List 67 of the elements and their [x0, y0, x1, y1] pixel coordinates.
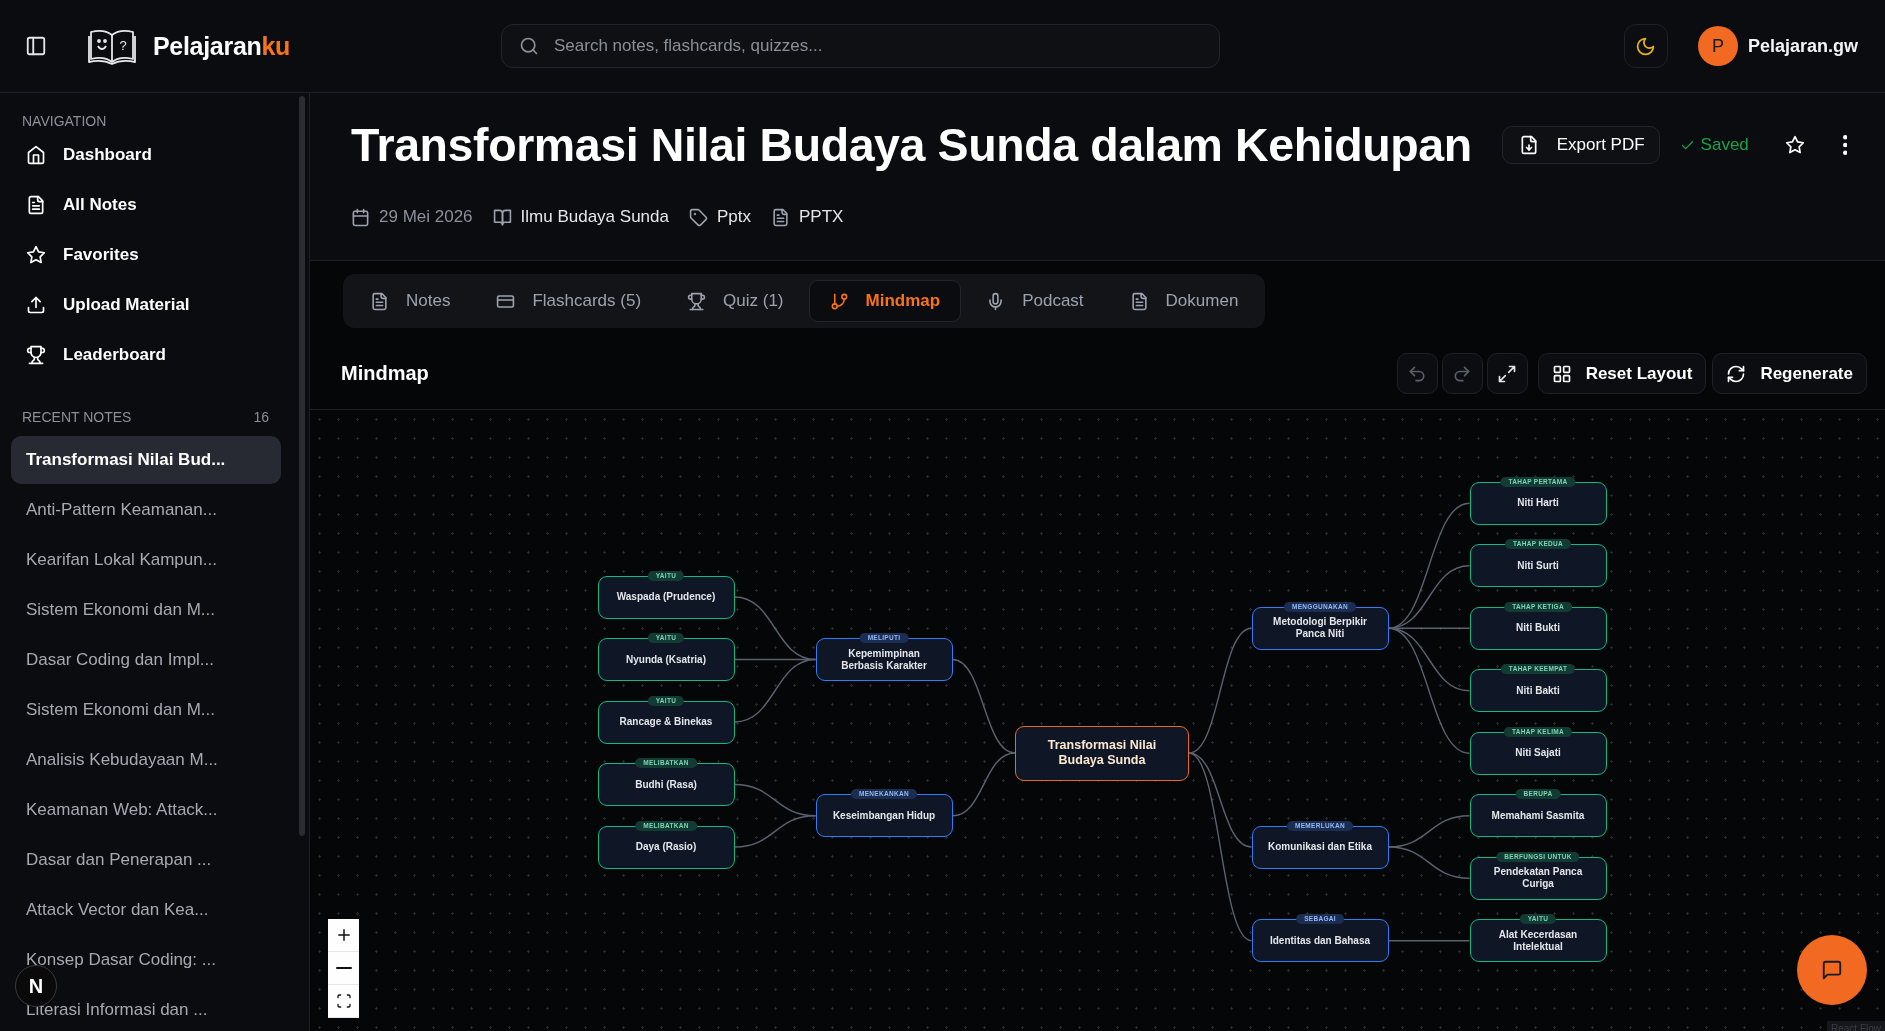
- recent-note[interactable]: Sistem Ekonomi dan M...: [11, 586, 281, 634]
- trophy-icon: [26, 345, 46, 365]
- user-name: Pelajaran.gw: [1747, 35, 1858, 57]
- recent-note[interactable]: Sistem Ekonomi dan M...: [11, 686, 281, 734]
- calendar-icon: [351, 207, 370, 227]
- recent-note[interactable]: Anti-Pattern Keamanan...: [11, 486, 281, 534]
- tab[interactable]: Podcast: [965, 280, 1105, 322]
- nav-item[interactable]: Favorites: [0, 230, 309, 280]
- chat-icon: [1821, 959, 1843, 981]
- expand-icon: [1497, 363, 1518, 384]
- branch-icon: [829, 291, 849, 311]
- nav-item[interactable]: All Notes: [0, 180, 309, 230]
- note-count: 16: [253, 408, 269, 426]
- recent-note[interactable]: Dasar dan Penerapan ...: [11, 836, 281, 884]
- app-name: Pelajaranku: [153, 31, 291, 61]
- user-avatar[interactable]: P: [1697, 26, 1738, 66]
- tab[interactable]: Dokumen: [1108, 280, 1260, 322]
- recent-note[interactable]: Kearifan Lokal Kampun...: [11, 536, 281, 584]
- document-icon: [771, 207, 790, 227]
- document-icon: [1129, 291, 1149, 311]
- reset-layout-button[interactable]: Reset Layout: [1537, 353, 1707, 394]
- section-title: Mindmap: [341, 362, 429, 385]
- tab[interactable]: Mindmap: [808, 280, 962, 322]
- save-status: Saved: [1679, 135, 1749, 155]
- tab[interactable]: Flashcards (5): [475, 280, 663, 322]
- trophy-icon: [687, 291, 707, 311]
- sidebar-toggle-icon: [25, 35, 47, 57]
- recent-note[interactable]: Keamanan Web: Attack...: [11, 786, 281, 834]
- export-button[interactable]: Export PDF: [1501, 126, 1660, 164]
- meta-label: PPTX: [799, 207, 844, 227]
- recent-note[interactable]: Attack Vector dan Kea...: [11, 886, 281, 934]
- meta-label: Pptx: [716, 207, 751, 227]
- sidebar-toggle[interactable]: [25, 35, 47, 57]
- star-icon: [1784, 135, 1805, 155]
- book-icon: [492, 207, 512, 227]
- note-title: Transformasi Nilai Budaya Sunda dalam Kehidupan: [351, 118, 1472, 172]
- tag-icon: [688, 207, 708, 227]
- section-heading: RECENT NOTES: [22, 408, 132, 426]
- refresh-icon: [1726, 363, 1747, 384]
- fit-button[interactable]: [1486, 353, 1528, 394]
- recent-note[interactable]: Dasar Coding dan Impl...: [11, 636, 281, 684]
- more-icon: [1842, 135, 1848, 155]
- star-icon: [26, 245, 46, 265]
- upload-icon: [26, 295, 46, 315]
- regenerate-button[interactable]: Regenerate: [1712, 353, 1867, 394]
- tab[interactable]: Notes: [349, 280, 472, 322]
- nav-item[interactable]: Leaderboard: [0, 330, 309, 380]
- mindmap-node[interactable]: Transformasi Nilai Budaya Sunda: [1015, 725, 1189, 781]
- meta-label: Ilmu Budaya Sunda: [520, 207, 669, 227]
- recent-note[interactable]: Analisis Kebudayaan M...: [11, 736, 281, 784]
- redo-icon: [1452, 363, 1473, 384]
- grid-icon: [1551, 363, 1572, 384]
- home-icon: [26, 145, 46, 165]
- tab[interactable]: Quiz (1): [666, 280, 805, 322]
- search-field[interactable]: Search notes, flashcards, quizzes...: [501, 24, 1220, 68]
- moon-icon: [1635, 35, 1657, 57]
- nav-item[interactable]: Upload Material: [0, 280, 309, 330]
- nav-item[interactable]: Dashboard: [0, 130, 309, 180]
- document-icon: [370, 291, 389, 311]
- meta-label: 29 Mei 2026: [379, 207, 473, 227]
- minus-icon: [335, 966, 352, 970]
- theme-toggle[interactable]: [1623, 24, 1668, 68]
- document-icon: [26, 195, 46, 215]
- recent-note[interactable]: Transformasi Nilai Bud...: [11, 436, 281, 484]
- scrollbar-thumb[interactable]: [299, 96, 305, 836]
- section-heading: NAVIGATION: [22, 112, 107, 130]
- fullscreen-icon: [335, 993, 352, 1009]
